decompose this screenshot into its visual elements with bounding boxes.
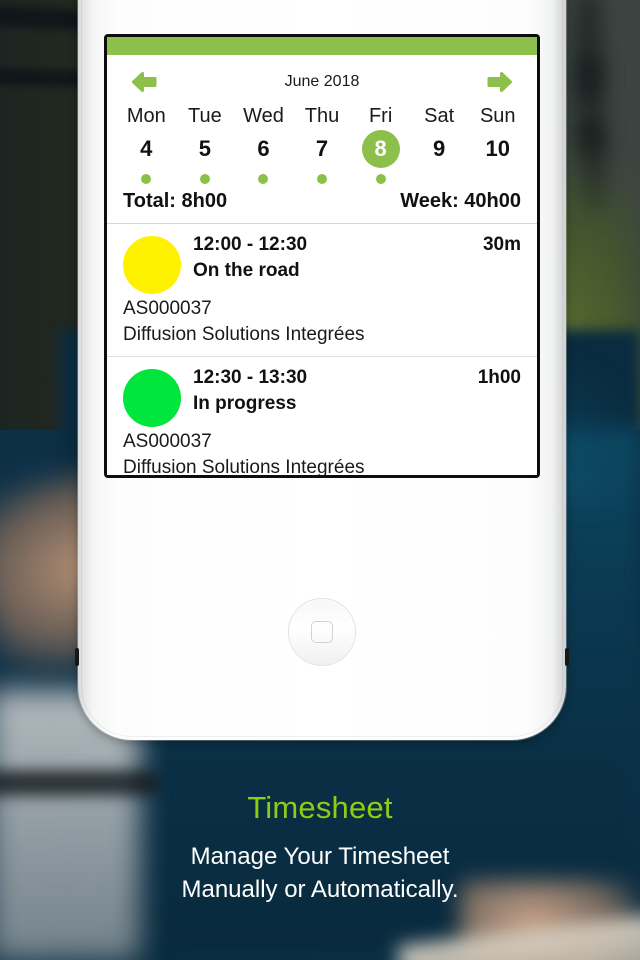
timesheet-entry[interactable]: 12:00 - 12:30 30m On the road AS000037 Diffu… xyxy=(107,224,537,357)
day-name-label: Sun xyxy=(479,105,516,127)
entry-time-row: 12:30 - 13:30 1h00 xyxy=(193,367,521,389)
day-activity-dot xyxy=(199,174,210,184)
arrow-right-icon xyxy=(487,72,512,92)
day-column-mon[interactable]: Mon 4 xyxy=(117,103,176,184)
day-column-wed[interactable]: Wed 6 xyxy=(234,103,293,184)
home-button[interactable] xyxy=(288,598,356,666)
phone-side-button[interactable] xyxy=(75,648,79,666)
arrow-left-icon xyxy=(132,72,157,92)
totals-row: Total: 8h00 Week: 40h00 xyxy=(107,184,537,224)
app-status-bar xyxy=(107,37,537,55)
entry-header: 12:00 - 12:30 30m On the road xyxy=(123,234,521,294)
entry-status-label: In progress xyxy=(193,393,297,414)
entry-header: 12:30 - 13:30 1h00 In progress xyxy=(123,367,521,427)
day-activity-dot xyxy=(434,174,444,184)
day-name-label: Wed xyxy=(243,105,284,127)
entry-time-range: 12:30 - 13:30 xyxy=(193,367,308,388)
day-number-badge: 10 xyxy=(479,130,517,168)
phone-mockup: June 2018 Mon 4 Tue 5 Wed 6 Thu 7 Fri 8 Sat 9 Sun 10 … xyxy=(75,0,569,740)
day-activity-dot xyxy=(493,174,503,184)
day-number-label: 9 xyxy=(433,136,446,161)
entry-summary: 12:00 - 12:30 30m On the road xyxy=(193,234,521,282)
entry-summary: 12:30 - 13:30 1h00 In progress xyxy=(193,367,521,415)
entry-time-range: 12:00 - 12:30 xyxy=(193,234,308,255)
day-number-label: 7 xyxy=(315,136,329,161)
day-name-label: Thu xyxy=(304,105,340,127)
calendar-header: June 2018 xyxy=(107,55,537,103)
day-number-badge: 4 xyxy=(127,130,165,168)
phone-bezel: June 2018 Mon 4 Tue 5 Wed 6 Thu 7 Fri 8 Sat 9 Sun 10 … xyxy=(104,34,540,478)
week-day-strip: Mon 4 Tue 5 Wed 6 Thu 7 Fri 8 Sat 9 Sun 10 xyxy=(107,103,537,184)
day-column-fri[interactable]: Fri 8 xyxy=(351,103,410,184)
day-number-label: 6 xyxy=(257,136,270,161)
entry-reference: AS000037 xyxy=(123,431,212,452)
home-square-icon xyxy=(311,621,333,643)
day-name-label: Tue xyxy=(188,105,222,127)
day-number-label: 10 xyxy=(485,136,510,161)
entry-customer: Diffusion Solutions Integrées xyxy=(123,457,365,475)
entry-status-label: On the road xyxy=(193,260,300,281)
week-total-label: Week: 40h00 xyxy=(400,190,521,212)
day-number-label: 8 xyxy=(374,136,387,161)
caption-line-2: Manually or Automatically. xyxy=(181,876,459,903)
day-name-label: Sat xyxy=(424,105,455,127)
caption-block: Timesheet Manage Your Timesheet Manually… xyxy=(0,790,640,906)
month-label: June 2018 xyxy=(284,73,360,90)
entry-customer: Diffusion Solutions Integrées xyxy=(123,324,365,345)
day-column-sun[interactable]: Sun 10 xyxy=(468,103,527,184)
caption-line-1: Manage Your Timesheet xyxy=(190,843,450,870)
timesheet-entry[interactable]: 12:30 - 13:30 1h00 In progress AS000037 Diff… xyxy=(107,357,537,475)
day-activity-dot xyxy=(317,174,328,184)
day-number-label: 5 xyxy=(198,136,211,161)
day-number-badge: 5 xyxy=(186,130,224,168)
day-number-badge: 9 xyxy=(420,130,458,168)
prev-week-button[interactable] xyxy=(123,67,165,97)
day-activity-dot xyxy=(375,174,386,184)
day-total-label: Total: 8h00 xyxy=(123,190,228,212)
entry-reference: AS000037 xyxy=(123,298,212,319)
day-activity-dot xyxy=(141,174,152,184)
next-week-button[interactable] xyxy=(479,67,521,97)
day-number-label: 4 xyxy=(140,136,153,161)
day-column-thu[interactable]: Thu 7 xyxy=(293,103,352,184)
day-number-badge: 6 xyxy=(244,130,282,168)
entry-time-row: 12:00 - 12:30 30m xyxy=(193,234,521,256)
day-number-badge: 8 xyxy=(361,130,400,168)
caption-title: Timesheet xyxy=(247,790,393,825)
day-activity-dot xyxy=(258,174,269,184)
entry-duration: 1h00 xyxy=(477,367,521,388)
entry-status-dot xyxy=(123,236,181,294)
phone-screen: June 2018 Mon 4 Tue 5 Wed 6 Thu 7 Fri 8 Sat 9 Sun 10 … xyxy=(107,37,537,475)
day-number-badge: 7 xyxy=(303,130,341,168)
timesheet-entry-list: 12:00 - 12:30 30m On the road AS000037 Diffu… xyxy=(107,224,537,475)
phone-side-button[interactable] xyxy=(565,648,569,666)
entry-duration: 30m xyxy=(482,234,521,255)
entry-status-dot xyxy=(123,369,181,427)
day-column-tue[interactable]: Tue 5 xyxy=(176,103,235,184)
day-column-sat[interactable]: Sat 9 xyxy=(410,103,469,184)
day-name-label: Fri xyxy=(368,105,393,127)
day-name-label: Mon xyxy=(126,105,166,127)
